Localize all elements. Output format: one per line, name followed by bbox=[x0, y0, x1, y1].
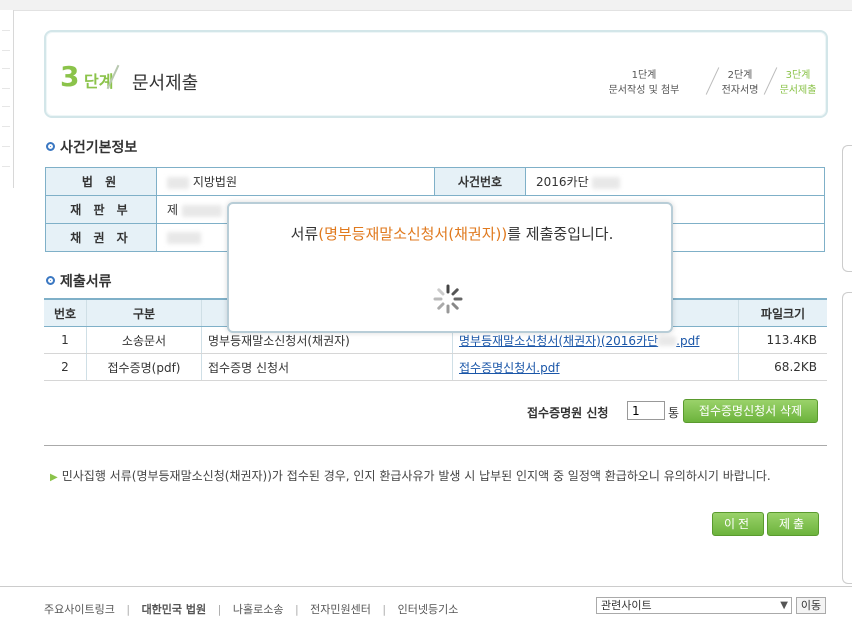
row-no: 1 bbox=[44, 326, 87, 354]
step-nav-1: 1단계 문서작성 및 첨부 bbox=[608, 70, 680, 96]
step-word: 단계 bbox=[84, 72, 114, 91]
arrow-right-icon: ▶ bbox=[50, 472, 58, 483]
step-number: 3 bbox=[60, 60, 80, 93]
file-link[interactable]: 명부등재말소신청서(채권자)(2016카단 .pdf bbox=[459, 334, 699, 348]
footer-link-self-litigation[interactable]: 나홀로소송 bbox=[233, 603, 284, 616]
step-nav-2: 2단계 전자서명 bbox=[721, 70, 759, 96]
creditor-label: 채 권 자 bbox=[45, 223, 157, 252]
redacted-text bbox=[181, 204, 222, 217]
right-side-panel-edge bbox=[842, 145, 852, 272]
redacted-text bbox=[167, 232, 201, 244]
row-type: 소송문서 bbox=[86, 326, 202, 354]
panel-label: 재 판 부 bbox=[45, 195, 157, 224]
footer-links: 주요사이트링크 | 대한민국 법원 | 나홀로소송 | 전자민원센터 | 인터넷… bbox=[44, 603, 459, 616]
modal-message: 서류(명부등재말소신청서(채권자))를 제출중입니다. bbox=[290, 225, 614, 243]
table-row: 2 접수증명(pdf) 접수증명 신청서 접수증명신청서.pdf 68.2KB bbox=[44, 353, 827, 381]
go-button[interactable]: 이동 bbox=[796, 597, 826, 614]
row-name: 접수증명 신청서 bbox=[201, 353, 453, 381]
bullet-icon bbox=[46, 276, 55, 285]
receipt-request-label: 접수증명원 신청 bbox=[527, 406, 609, 420]
chevron-down-icon: ▼ bbox=[780, 600, 788, 611]
receipt-unit: 통 bbox=[668, 406, 680, 420]
court-label: 법 원 bbox=[45, 167, 157, 196]
row-size: 113.4KB bbox=[738, 326, 827, 354]
row-type: 접수증명(pdf) bbox=[86, 353, 202, 381]
col-header-no: 번호 bbox=[44, 298, 87, 327]
case-info-section-title: 사건기본정보 bbox=[46, 137, 137, 157]
col-header-size: 파일크기 bbox=[738, 298, 827, 327]
loading-spinner-icon bbox=[433, 284, 463, 314]
bullet-icon bbox=[46, 142, 55, 151]
page-title: 문서제출 bbox=[132, 73, 199, 94]
top-bar bbox=[0, 0, 852, 11]
submit-button[interactable]: 제출 bbox=[767, 512, 819, 536]
footer-divider bbox=[0, 586, 852, 587]
redacted-text bbox=[658, 336, 677, 346]
row-size: 68.2KB bbox=[738, 353, 827, 381]
footer-link-registry[interactable]: 인터넷등기소 bbox=[398, 603, 459, 616]
row-no: 2 bbox=[44, 353, 87, 381]
receipt-count-input[interactable] bbox=[627, 401, 665, 420]
step-nav-3-active: 3단계 문서제출 bbox=[779, 70, 817, 96]
prev-button[interactable]: 이전 bbox=[712, 512, 764, 536]
redacted-text bbox=[592, 176, 621, 189]
footer-label: 주요사이트링크 bbox=[44, 603, 115, 616]
row-file-cell: 접수증명신청서.pdf bbox=[452, 353, 739, 381]
case-number-value: 2016카단 bbox=[525, 167, 825, 196]
delete-receipt-button[interactable]: 접수증명신청서 삭제 bbox=[683, 399, 818, 423]
court-value: 지방법원 bbox=[156, 167, 435, 196]
right-side-panel-edge-lower bbox=[842, 292, 852, 584]
divider bbox=[44, 445, 827, 446]
redacted-text bbox=[167, 176, 189, 189]
related-sites-select[interactable]: 관련사이트 ▼ bbox=[596, 597, 792, 614]
col-header-type: 구분 bbox=[86, 298, 202, 327]
documents-section-title: 제출서류 bbox=[46, 271, 112, 291]
case-number-label: 사건번호 bbox=[434, 167, 526, 196]
footer-link-court[interactable]: 대한민국 법원 bbox=[142, 603, 207, 616]
notice-text: ▶ 민사집행 서류(명부등재말소신청(채권자))가 접수된 경우, 인지 환급사유… bbox=[50, 469, 771, 483]
footer-link-civil-center[interactable]: 전자민원센터 bbox=[310, 603, 371, 616]
left-side-panel-edge bbox=[0, 10, 14, 188]
file-link[interactable]: 접수증명신청서.pdf bbox=[459, 361, 560, 375]
